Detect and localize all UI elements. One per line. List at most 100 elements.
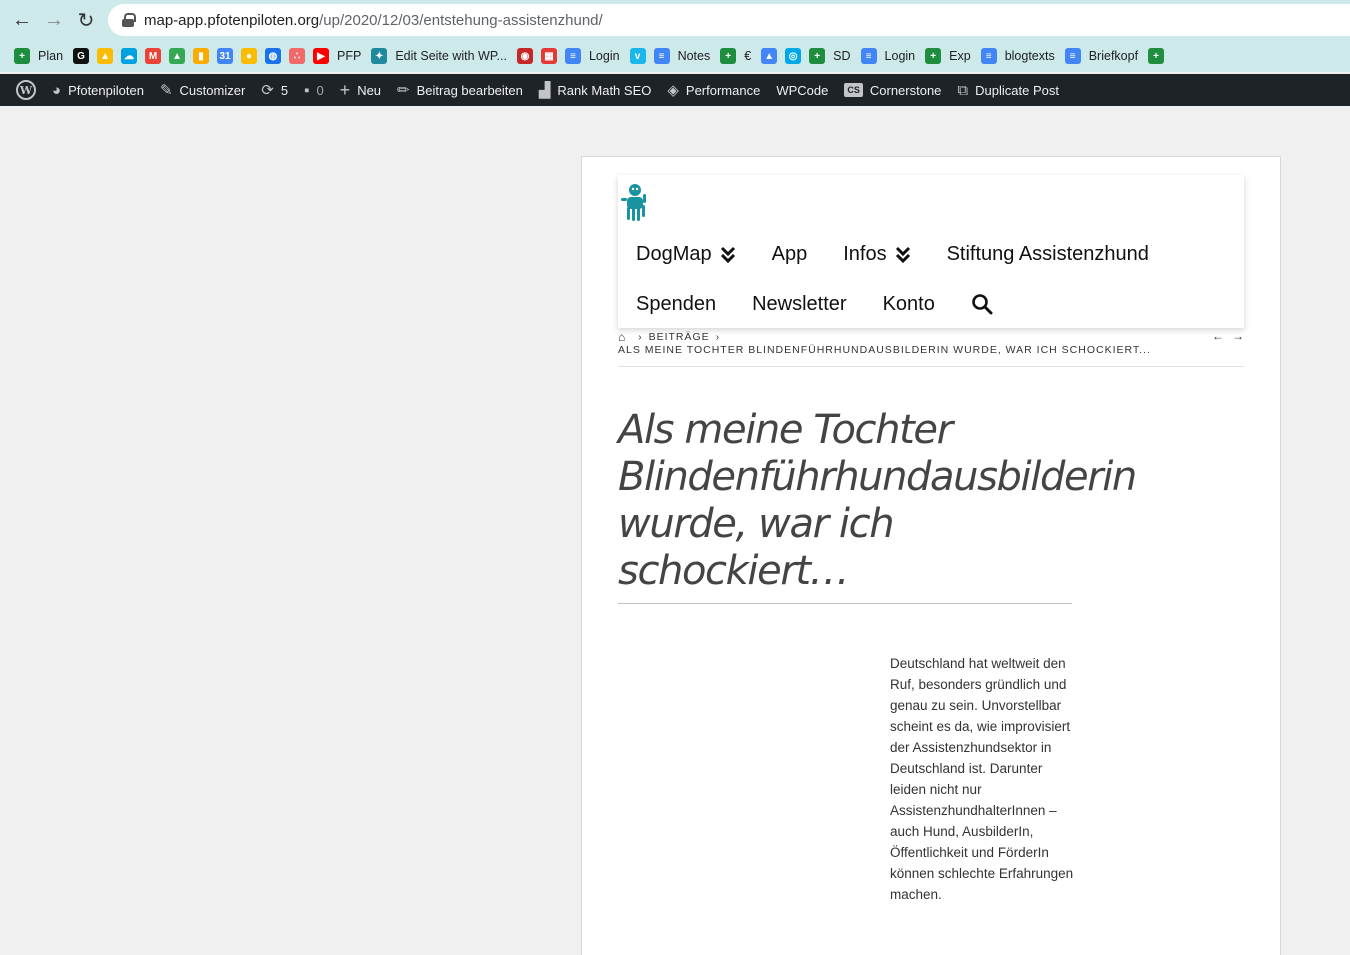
docs-icon: ≡ [564, 48, 581, 64]
globe-icon: ◍ [265, 48, 282, 64]
menu-item-dogmap[interactable]: DogMap [636, 241, 736, 267]
bookmark-blogtexts[interactable]: ≡ blogtexts [979, 42, 1063, 70]
bookmark-calendar[interactable]: 31 [215, 42, 239, 70]
menu-item-spenden[interactable]: Spenden [636, 291, 716, 317]
wordpress-icon: W [16, 80, 36, 100]
edit-post-link[interactable]: ✏ Beitrag bearbeiten [389, 74, 531, 106]
double-chevron-down-icon [895, 246, 910, 263]
wp-admin-bar: W ◕ Pfotenpiloten ✎ Customizer ⟳ 5 ▪ 0 + Neu … [0, 74, 1350, 106]
bookmark-analytics[interactable]: ▮ [191, 42, 215, 70]
bookmark-label: blogtexts [1004, 49, 1055, 63]
menu-label: Konto [882, 292, 935, 315]
site-name-label: Pfotenpiloten [68, 82, 144, 98]
search-icon[interactable] [971, 293, 993, 315]
salesforce-icon: ☁ [121, 48, 138, 64]
double-chevron-down-icon [720, 246, 735, 263]
bookmark-gmail[interactable]: M [143, 42, 167, 70]
browser-toolbar: ← → ↻ map-app.pfotenpiloten.org/up/2020/… [0, 0, 1350, 40]
customizer-link[interactable]: ✎ Customizer [152, 74, 253, 106]
breadcrumb-current: ALS MEINE TOCHTER BLINDENFÜHRHUNDAUSBILD… [618, 344, 1151, 356]
bookmark-label: Plan [38, 49, 64, 63]
wp-logo-menu[interactable]: W [8, 74, 44, 106]
menu-item-infos[interactable]: Infos [843, 241, 910, 267]
bookmark-label: € [744, 49, 752, 63]
bookmark-login[interactable]: ≡ Login [859, 42, 924, 70]
bookmark-drive[interactable]: ▲ [95, 42, 119, 70]
menu-item-newsletter[interactable]: Newsletter [752, 291, 846, 317]
breadcrumb: ⌂ › BEITRÄGE › ALS MEINE TOCHTER BLINDEN… [618, 329, 1244, 367]
next-post-arrow-icon[interactable]: → [1232, 329, 1244, 343]
customizer-label: Customizer [179, 82, 246, 98]
update-icon: ⟳ [261, 82, 274, 99]
bookmark-exp[interactable]: + Exp [923, 42, 979, 70]
bookmark-grid[interactable]: ▦ [539, 42, 563, 70]
new-content-menu[interactable]: + Neu [332, 74, 389, 106]
breadcrumb-section-link[interactable]: BEITRÄGE [649, 331, 710, 343]
updates-link[interactable]: ⟳ 5 [253, 74, 296, 106]
bookmark-keep[interactable]: ● [239, 42, 263, 70]
bookmark-€[interactable]: + € [718, 42, 759, 70]
cornerstone-link[interactable]: CS Cornerstone [836, 74, 949, 106]
forward-button[interactable]: → [38, 4, 70, 36]
menu-label: DogMap [636, 242, 712, 265]
bookmark-sd[interactable]: + SD [807, 42, 858, 70]
bookmark-drive[interactable]: ▲ [167, 42, 191, 70]
brush-icon: ✎ [159, 82, 173, 99]
duplicate-post-link[interactable]: ⧉ Duplicate Post [949, 74, 1067, 106]
comments-link[interactable]: ▪ 0 [296, 74, 332, 106]
home-icon[interactable]: ⌂ [618, 330, 626, 344]
docs-icon: ≡ [1064, 48, 1081, 64]
grid-icon: ▦ [540, 48, 557, 64]
bookmark-pin[interactable]: ◎ [783, 42, 807, 70]
rank-math-menu[interactable]: ▟ Rank Math SEO [531, 74, 659, 106]
page-container: DogMap App Infos Stiftung Assistenzhund … [581, 156, 1281, 955]
url-path: /up/2020/12/03/entstehung-assistenzhund/ [319, 11, 603, 29]
bookmark-label: SD [833, 49, 851, 63]
performance-menu[interactable]: ◈ Performance [659, 74, 768, 106]
bookmark-label: PFP [337, 49, 362, 63]
bookmark-pfp[interactable]: ▶ PFP [311, 42, 369, 70]
bookmark-badge[interactable]: ◉ [515, 42, 539, 70]
lock-icon [122, 13, 136, 27]
pin-icon: ◎ [785, 48, 802, 64]
chevron-right-icon: › [715, 331, 721, 343]
edit-post-label: Beitrag bearbeiten [416, 82, 523, 98]
menu-item-app[interactable]: App [772, 241, 808, 267]
bookmark-sheets[interactable]: + [1146, 42, 1170, 70]
rank-math-label: Rank Math SEO [557, 82, 652, 98]
wpcode-label: WPCode [776, 82, 829, 98]
menu-item-konto[interactable]: Konto [883, 291, 935, 317]
previous-post-arrow-icon[interactable]: ← [1212, 329, 1224, 343]
asana-icon: ∴ [289, 48, 306, 64]
bookmark-gox[interactable]: G [71, 42, 95, 70]
bookmark-globe[interactable]: ◍ [263, 42, 287, 70]
menu-item-stiftung-assistenzhund[interactable]: Stiftung Assistenzhund [947, 241, 1149, 267]
bookmark-asana[interactable]: ∴ [287, 42, 311, 70]
menu-label: Spenden [636, 292, 717, 315]
bookmark-briefkopf[interactable]: ≡ Briefkopf [1063, 42, 1146, 70]
bookmark-plan[interactable]: + Plan [12, 42, 71, 70]
sheets-icon: + [1148, 48, 1165, 64]
menu-label: Infos [843, 242, 887, 265]
wp-puzzle-icon: ✦ [371, 48, 388, 64]
bookmark-ads[interactable]: ▲ [759, 42, 783, 70]
back-button[interactable]: ← [6, 4, 38, 36]
bookmark-login[interactable]: ≡ Login [563, 42, 628, 70]
reload-button[interactable]: ↻ [70, 4, 102, 36]
wpcode-menu[interactable]: WPCode [768, 74, 836, 106]
bookmark-vimeo[interactable]: v [628, 42, 652, 70]
bookmark-label: Login [588, 49, 620, 63]
bookmark-edit-seite-with-wp-[interactable]: ✦ Edit Seite with WP... [369, 42, 515, 70]
gox-icon: G [73, 48, 90, 64]
cornerstone-icon: CS [844, 83, 863, 97]
vimeo-icon: v [629, 48, 646, 64]
bookmark-notes[interactable]: ≡ Notes [652, 42, 719, 70]
address-bar[interactable]: map-app.pfotenpiloten.org/up/2020/12/03/… [108, 4, 1350, 36]
pfotenpiloten-logo-icon[interactable] [618, 182, 652, 222]
bookmark-salesforce[interactable]: ☁ [119, 42, 143, 70]
bookmark-label: Briefkopf [1088, 49, 1139, 63]
site-name-menu[interactable]: ◕ Pfotenpiloten [44, 74, 152, 106]
bookmark-label: Exp [949, 49, 971, 63]
duplicate-label: Duplicate Post [975, 82, 1059, 98]
gmail-icon: M [145, 48, 162, 64]
